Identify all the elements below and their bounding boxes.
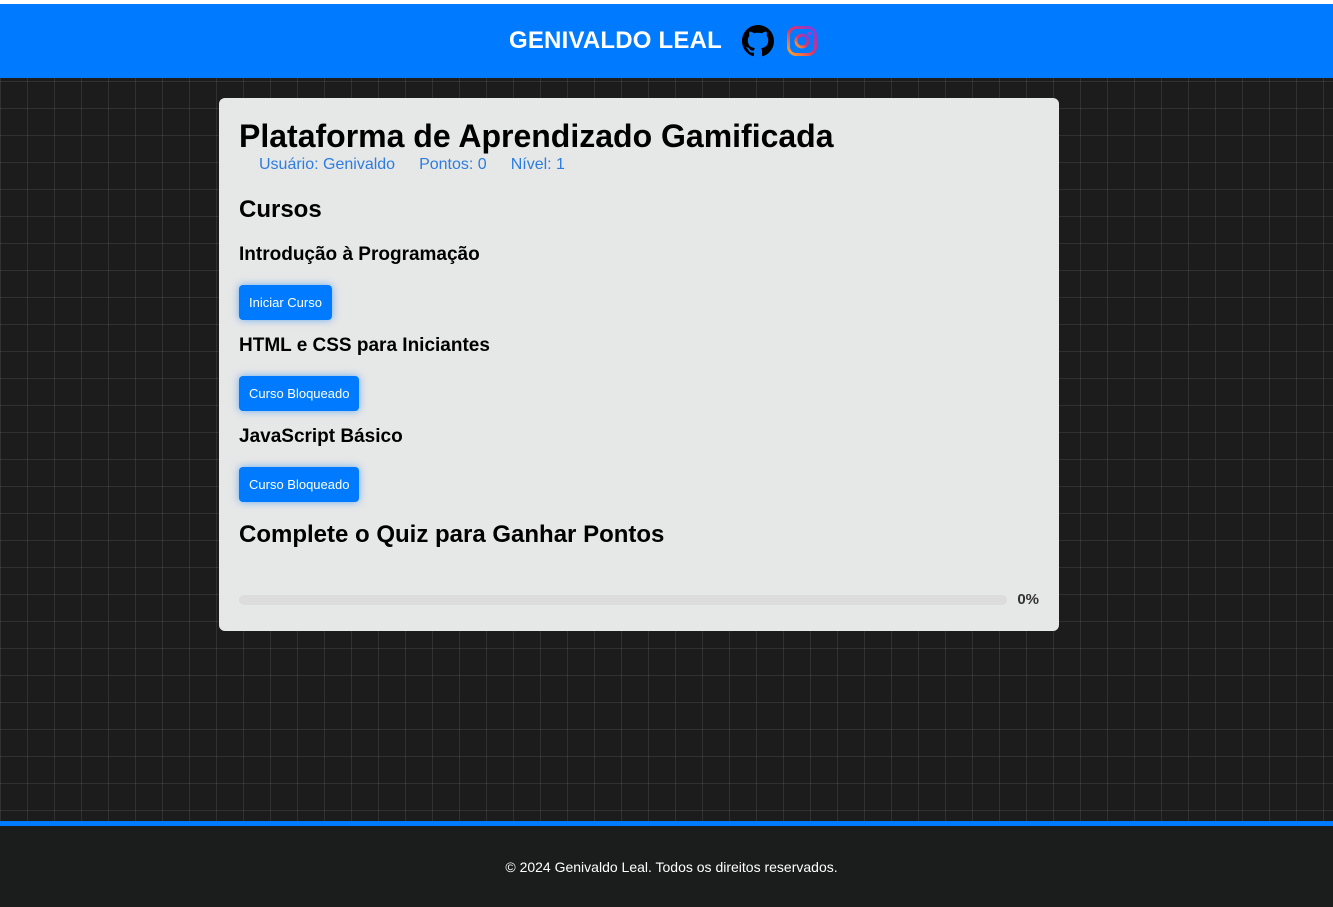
github-icon[interactable]: [742, 25, 775, 57]
course-title: JavaScript Básico: [239, 426, 403, 447]
quiz-heading: Complete o Quiz para Ganhar Pontos: [239, 521, 665, 548]
user-points: Pontos: 0: [419, 156, 487, 173]
course-item: HTML e CSS para Iniciantes Curso Bloquea…: [239, 335, 1039, 411]
course-title: Introdução à Programação: [239, 244, 480, 265]
page-title: Plataforma de Aprendizado Gamificada: [239, 118, 834, 154]
user-name: Usuário: Genivaldo: [259, 156, 396, 173]
progress-percent: 0%: [1017, 591, 1039, 608]
user-level: Nível: 1: [510, 156, 565, 173]
locked-course-button[interactable]: Curso Bloqueado: [239, 467, 360, 502]
progress-bar: [239, 594, 1008, 605]
user-info: Usuário: Genivaldo Pontos: 0 Nível: 1: [259, 156, 1039, 174]
locked-course-button[interactable]: Curso Bloqueado: [239, 376, 360, 411]
main-card: Plataforma de Aprendizado Gamificada Usu…: [219, 98, 1059, 631]
progress-row: 0%: [239, 591, 1039, 608]
courses-heading: Cursos: [239, 196, 322, 223]
instagram-icon[interactable]: [786, 25, 818, 57]
course-item: JavaScript Básico Curso Bloqueado: [239, 426, 1039, 502]
site-header: GENIVALDO LEAL: [0, 4, 1333, 78]
course-item: Introdução à Programação Iniciar Curso: [239, 244, 1039, 320]
start-course-button[interactable]: Iniciar Curso: [239, 285, 332, 320]
copyright-text: © 2024 Genivaldo Leal. Todos os direitos…: [505, 858, 838, 875]
site-footer: © 2024 Genivaldo Leal. Todos os direitos…: [0, 826, 1333, 907]
brand-name: GENIVALDO LEAL: [508, 27, 723, 54]
course-title: HTML e CSS para Iniciantes: [239, 335, 490, 356]
